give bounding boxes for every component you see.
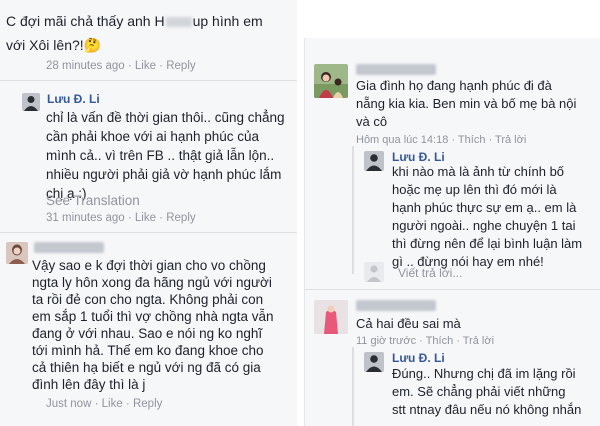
comment-line: khi nào mà là ảnh từ chính bố (392, 164, 565, 179)
comment-line: em. Sẽ chẳng phải viết những (392, 384, 566, 399)
reply-link[interactable]: Reply (166, 212, 195, 224)
comment-line: stt ntnay đâu nếu nó không nhắn (392, 402, 582, 417)
comment-line: C đợi mãi chả thấy anh H (6, 13, 165, 29)
reply-thread-line (352, 347, 354, 426)
comment-line: và cô (356, 114, 388, 129)
avatar[interactable] (6, 242, 28, 264)
avatar[interactable] (314, 300, 348, 334)
redacted-name (34, 242, 104, 253)
comment-line: em sắp 1 tuổi thì vợ chồng nhà ngta vẫn (32, 309, 274, 324)
reply-link[interactable]: Trả lời (495, 134, 526, 146)
timestamp: 31 minutes ago (46, 212, 125, 224)
comment-line: Vậy sao e k đợi thời gian cho vo chồng (32, 258, 266, 273)
reply-link[interactable]: Trả lời (463, 335, 494, 347)
comment-line: thì đừng nên để lại bình luận làm (392, 236, 583, 251)
avatar (364, 262, 384, 282)
comment-line: nhiều người phải giả vờ hạnh phúc lắm (46, 167, 282, 182)
comment-line: hoặc mẹ up lên thì đó mới là (392, 182, 557, 197)
timestamp: Just now (46, 398, 92, 410)
like-link[interactable]: Like (135, 212, 156, 224)
comment-line: đình lên đây thì là j (32, 377, 146, 392)
avatar[interactable] (22, 93, 40, 111)
comment-line: mình cả.. vì trên FB .. thật giả lẫn lộn… (46, 148, 275, 163)
comment-line: Cả hai đều sai mà (356, 316, 461, 331)
left-comment-panel: C đợi mãi chả thấy anh H up hình em với X… (0, 0, 297, 426)
comment-line: ngta ly hôn xong đa hãng ngủ với người (32, 275, 272, 290)
comment-text: C đợi mãi chả thấy anh H up hình em (6, 13, 263, 29)
reply-thread-line (352, 146, 354, 274)
timestamp: Hôm qua lúc 14:18 (356, 134, 449, 146)
comment-meta: Just now · Like · Reply (46, 398, 163, 410)
comment-line: hạnh phúc thực sự em ạ.. em là (392, 200, 577, 215)
comment-line: nẵng kia kia. Ben min và bố mẹ bà nội (356, 96, 577, 111)
comment-line: người ngoài.. nghe chuyện 1 tai (392, 218, 576, 233)
right-comment-panel: Gia đình họ đang hạnh phúc đi đà nẵng ki… (304, 38, 600, 426)
commenter-name[interactable]: Lưu Đ. Li (392, 150, 445, 164)
like-link[interactable]: Thích (458, 134, 486, 146)
comment-meta: 31 minutes ago · Like · Reply (46, 212, 196, 224)
comment-meta: Hôm qua lúc 14:18 · Thích · Trả lời (356, 134, 527, 146)
comment-line: Gia đình họ đang hạnh phúc đi đà (356, 78, 552, 93)
comment-line: với Xôi lên?!🤔 (6, 37, 102, 53)
redacted-name (356, 64, 436, 75)
comment-meta: 11 giờ trước · Thích · Trả lời (356, 335, 495, 347)
comment-line: chỉ là vấn đề thời gian thôi.. cũng chẳn… (46, 110, 285, 125)
reply-input[interactable]: Viết trả lời... (398, 266, 462, 280)
reply-link[interactable]: Reply (166, 60, 195, 72)
like-link[interactable]: Like (135, 60, 156, 72)
comment-line: đang ở với nhau. Sao e nói ng ko nghĩ (32, 326, 263, 341)
comment-meta: 28 minutes ago · Like · Reply (46, 60, 196, 72)
divider (305, 289, 600, 290)
comment-line: cần phải khoe với ai hạnh phúc của (46, 129, 260, 144)
comment-line: Đúng.. Nhưng chị đã im lặng rồi (392, 366, 576, 381)
comment-line: up hình em (192, 13, 263, 29)
commenter-name[interactable]: Lưu Đ. Li (47, 92, 100, 106)
avatar[interactable] (314, 64, 348, 98)
timestamp: 28 minutes ago (46, 60, 125, 72)
comment-line: tới mình hả. Thế em ko đang khoe cho (32, 343, 264, 358)
like-link[interactable]: Thích (426, 335, 454, 347)
comment-line: ta rồi đẻ con cho ngta. Không phải con (32, 292, 264, 307)
avatar[interactable] (364, 352, 384, 372)
comment-line: cả thiên hạ biết e ngủ với ng đã có gia (32, 360, 261, 375)
like-link[interactable]: Like (102, 398, 123, 410)
commenter-name[interactable]: Lưu Đ. Li (392, 351, 445, 365)
divider (0, 232, 297, 233)
reply-link[interactable]: Reply (133, 398, 162, 410)
avatar[interactable] (364, 151, 384, 171)
timestamp: 11 giờ trước (356, 335, 417, 347)
redacted-name (356, 300, 436, 311)
redacted-name (165, 17, 192, 28)
divider (0, 80, 297, 81)
see-translation-link[interactable]: See Translation (46, 193, 140, 208)
